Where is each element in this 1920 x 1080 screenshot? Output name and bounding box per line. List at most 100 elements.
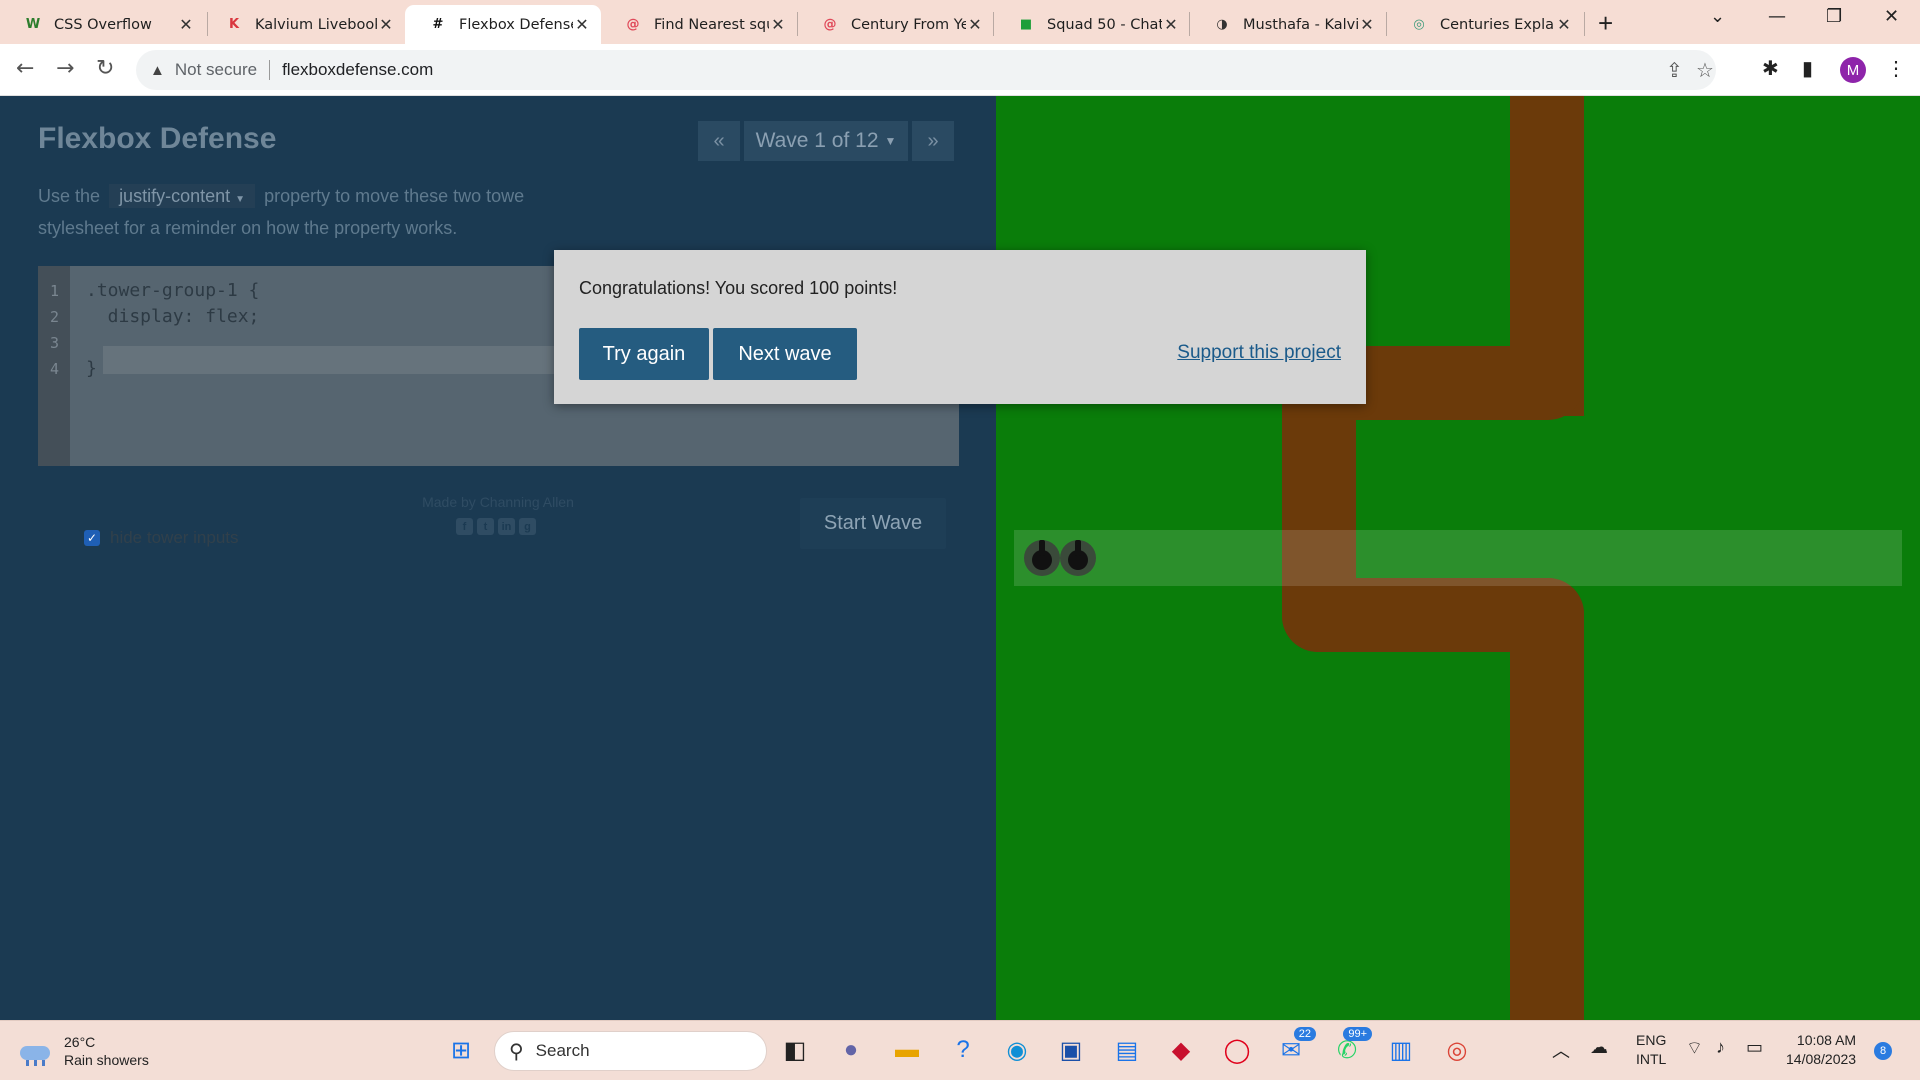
battery-icon[interactable]: ▭ xyxy=(1746,1037,1763,1058)
new-tab-icon[interactable]: + xyxy=(1598,8,1613,39)
profile-avatar[interactable]: M xyxy=(1840,57,1866,83)
wifi-icon[interactable]: ⌔ xyxy=(1686,1037,1703,1060)
game-board xyxy=(996,96,1920,1020)
omnibox-divider xyxy=(269,60,271,80)
omnibox[interactable]: ▲ Not secure flexboxdefense.com ⇪ ☆ xyxy=(136,50,1716,90)
bookmark-star-icon[interactable]: ☆ xyxy=(1696,58,1714,83)
close-tab-icon[interactable]: ✕ xyxy=(1162,15,1180,34)
tab-kalvium-livebook[interactable]: K Kalvium Livebook ✕ xyxy=(201,5,405,44)
shield-favicon-icon: ◑ xyxy=(1216,17,1228,32)
reload-icon[interactable]: ↻ xyxy=(96,56,114,81)
edge-browser-icon[interactable]: ◉ xyxy=(1000,1033,1034,1067)
task-view-icon[interactable]: ◧ xyxy=(778,1033,812,1067)
minimize-icon[interactable]: — xyxy=(1768,6,1786,27)
mail-icon[interactable]: ✉ 22 xyxy=(1274,1027,1316,1067)
menu-kebab-icon[interactable]: ⋮ xyxy=(1886,56,1906,81)
tab-title: Centuries Explain xyxy=(1440,16,1555,33)
linkedin-icon[interactable]: in xyxy=(498,518,515,535)
show-hidden-icons-chevron-icon[interactable]: ︿ xyxy=(1552,1037,1570,1063)
tab-title: Century From Yea xyxy=(851,16,966,33)
close-tab-icon[interactable]: ✕ xyxy=(573,15,591,34)
extensions-puzzle-icon[interactable]: ✱ xyxy=(1762,56,1779,81)
file-explorer-icon[interactable]: ▬ xyxy=(890,1033,924,1067)
try-again-button[interactable]: Try again xyxy=(579,328,709,380)
wave-label: Wave 1 of 12 xyxy=(755,129,879,152)
chrome-icon[interactable]: ◎ xyxy=(1440,1033,1474,1067)
chatgpt-favicon-icon: ◎ xyxy=(1413,17,1425,32)
tab-css-overflow[interactable]: W CSS Overflow ✕ xyxy=(0,5,205,44)
kalvium-favicon-icon: K xyxy=(228,17,240,32)
taskbar-search[interactable]: ⚲ Search xyxy=(494,1031,767,1071)
close-window-icon[interactable]: ✕ xyxy=(1884,6,1899,27)
system-clock[interactable]: 10:08 AM 14/08/2023 xyxy=(1786,1031,1856,1069)
hide-inputs-label: hide tower inputs xyxy=(110,528,239,547)
hide-tower-inputs-toggle[interactable]: ✓ hide tower inputs xyxy=(84,528,239,548)
teams-chat-icon[interactable]: ● xyxy=(834,1033,868,1067)
codewars-favicon-icon: @ xyxy=(823,17,837,32)
facebook-icon[interactable]: f xyxy=(456,518,473,535)
notification-badge[interactable]: 8 xyxy=(1874,1042,1892,1060)
code-line: .tower-group-1 { xyxy=(86,280,260,301)
close-tab-icon[interactable]: ✕ xyxy=(769,15,787,34)
tab-title: Find Nearest squa xyxy=(654,16,769,33)
checkbox-checked-icon[interactable]: ✓ xyxy=(84,530,100,546)
whatsapp-icon[interactable]: ✆ 99+ xyxy=(1330,1027,1372,1067)
wave-description: Use the justify-content ▼ property to mo… xyxy=(38,182,558,242)
side-panel-icon[interactable]: ▮ xyxy=(1802,56,1813,81)
language-code: ENG xyxy=(1636,1032,1667,1048)
twitter-icon[interactable]: t xyxy=(477,518,494,535)
tab-century-from-year[interactable]: @ Century From Yea ✕ xyxy=(797,5,994,44)
close-tab-icon[interactable]: ✕ xyxy=(966,15,984,34)
mcafee-icon[interactable]: ◆ xyxy=(1164,1033,1198,1067)
address-bar: ← → ↻ ▲ Not secure flexboxdefense.com ⇪ … xyxy=(0,44,1920,96)
instructions-panel: Flexbox Defense « Wave 1 of 12 ▼ » Use t… xyxy=(0,96,996,1020)
whatsapp-badge: 99+ xyxy=(1343,1027,1372,1041)
clock-date: 14/08/2023 xyxy=(1786,1051,1857,1067)
tab-title: CSS Overflow xyxy=(54,16,152,33)
tab-squad-50-chat[interactable]: ■ Squad 50 - Chat ✕ xyxy=(993,5,1190,44)
back-icon[interactable]: ← xyxy=(16,56,34,81)
next-wave-button[interactable]: Next wave xyxy=(713,328,857,380)
mail-badge: 22 xyxy=(1293,1027,1316,1041)
onedrive-icon[interactable]: ☁ xyxy=(1590,1037,1608,1058)
support-project-link[interactable]: Support this project xyxy=(1177,342,1341,364)
notepad-icon[interactable]: ▥ xyxy=(1384,1033,1418,1067)
opera-icon[interactable]: ◯ xyxy=(1220,1033,1254,1067)
wave-selector[interactable]: Wave 1 of 12 ▼ xyxy=(744,121,908,161)
tab-separator xyxy=(1584,12,1585,36)
close-tab-icon[interactable]: ✕ xyxy=(1555,15,1573,34)
tab-flexbox-defense[interactable]: # Flexbox Defense ✕ xyxy=(405,5,601,44)
warning-icon[interactable]: ▲ xyxy=(150,62,165,79)
search-placeholder: Search xyxy=(535,1041,590,1060)
tab-find-nearest-square[interactable]: @ Find Nearest squa ✕ xyxy=(600,5,797,44)
url-text[interactable]: flexboxdefense.com xyxy=(282,60,433,80)
github-icon[interactable]: g xyxy=(519,518,536,535)
description-line-2: stylesheet for a reminder on how the pro… xyxy=(38,218,458,238)
tower xyxy=(1024,540,1060,576)
score-message: Congratulations! You scored 100 points! xyxy=(579,278,898,298)
flexbox-favicon-icon: # xyxy=(432,17,444,32)
myhp-icon[interactable]: ▤ xyxy=(1110,1033,1144,1067)
weather-widget[interactable]: 26°C Rain showers xyxy=(18,1033,149,1069)
windows-start-icon[interactable]: ⊞ xyxy=(444,1033,478,1067)
volume-icon[interactable]: ♪ xyxy=(1716,1037,1725,1058)
tab-musthafa-kalvium[interactable]: ◑ Musthafa - Kalviu ✕ xyxy=(1189,5,1386,44)
weather-text: 26°C Rain showers xyxy=(64,1033,149,1069)
restore-icon[interactable]: ❐ xyxy=(1826,6,1842,27)
help-icon[interactable]: ? xyxy=(946,1033,980,1067)
previous-wave-icon[interactable]: « xyxy=(698,121,740,161)
next-wave-icon[interactable]: » xyxy=(912,121,954,161)
close-tab-icon[interactable]: ✕ xyxy=(377,15,395,34)
close-tab-icon[interactable]: ✕ xyxy=(1358,15,1376,34)
microsoft-store-icon[interactable]: ▣ xyxy=(1054,1033,1088,1067)
input-language[interactable]: ENG INTL xyxy=(1636,1031,1666,1069)
close-tab-icon[interactable]: ✕ xyxy=(177,15,195,34)
enemy-path-segment xyxy=(1510,578,1584,1020)
share-icon[interactable]: ⇪ xyxy=(1666,58,1683,83)
security-label[interactable]: Not secure xyxy=(175,60,257,80)
property-chip[interactable]: justify-content ▼ xyxy=(109,184,256,208)
tab-search-chevron-icon[interactable]: ⌄ xyxy=(1710,6,1725,27)
tab-centuries-explained[interactable]: ◎ Centuries Explain ✕ xyxy=(1386,5,1583,44)
forward-icon[interactable]: → xyxy=(56,56,74,81)
flexbox-defense-page: Flexbox Defense « Wave 1 of 12 ▼ » Use t… xyxy=(0,96,1920,1020)
